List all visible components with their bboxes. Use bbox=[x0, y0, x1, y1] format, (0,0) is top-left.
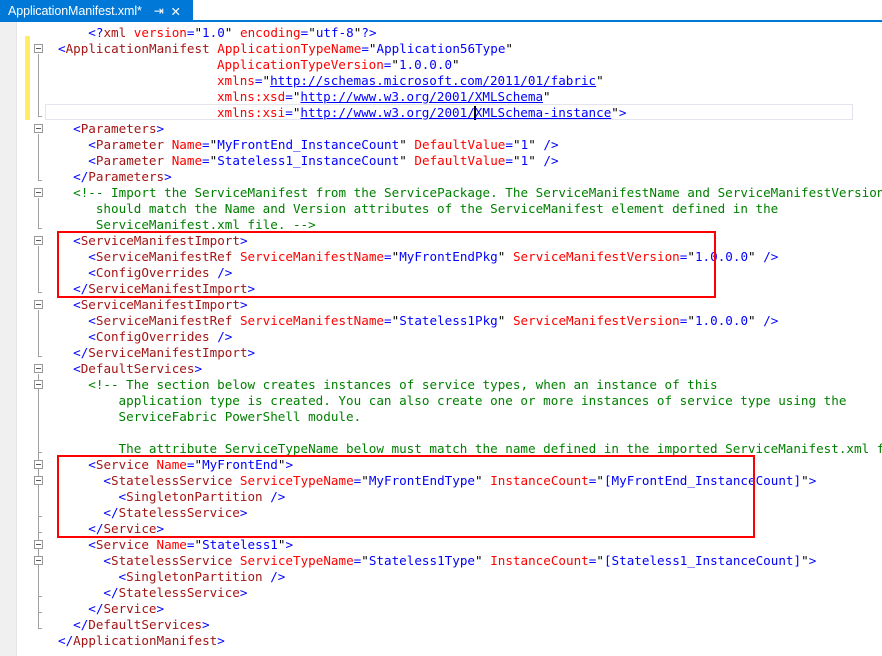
code-line: <SingletonPartition /> bbox=[119, 489, 286, 505]
code-text-area[interactable]: <?xml version="1.0" encoding="utf-8"?><A… bbox=[0, 22, 882, 656]
code-line: <Parameter Name="MyFrontEnd_InstanceCoun… bbox=[88, 137, 558, 153]
code-line: </DefaultServices> bbox=[73, 617, 210, 633]
code-line: <Service Name="MyFrontEnd"> bbox=[88, 457, 293, 473]
code-line: ServiceFabric PowerShell module. bbox=[119, 409, 362, 425]
code-line: xmlns:xsd="http://www.w3.org/2001/XMLSch… bbox=[217, 89, 551, 105]
tab-label: ApplicationManifest.xml* bbox=[8, 4, 142, 18]
code-line: <ServiceManifestImport> bbox=[73, 297, 247, 313]
code-line: application type is created. You can als… bbox=[119, 393, 847, 409]
code-line: </StatelessService> bbox=[103, 585, 247, 601]
code-line: <StatelessService ServiceTypeName="State… bbox=[103, 553, 816, 569]
code-line: <ApplicationManifest ApplicationTypeName… bbox=[58, 41, 513, 57]
code-line: <Parameter Name="Stateless1_InstanceCoun… bbox=[88, 153, 558, 169]
code-line: <ServiceManifestRef ServiceManifestName=… bbox=[88, 313, 778, 329]
code-line: <ServiceManifestImport> bbox=[73, 233, 247, 249]
editor-tab-strip: ApplicationManifest.xml* ⇥ ✕ bbox=[0, 0, 882, 22]
code-line: ApplicationTypeVersion="1.0.0.0" bbox=[217, 57, 460, 73]
code-line: <Parameters> bbox=[73, 121, 164, 137]
code-line: </ApplicationManifest> bbox=[58, 633, 225, 649]
code-line: </Service> bbox=[88, 521, 164, 537]
code-line: <StatelessService ServiceTypeName="MyFro… bbox=[103, 473, 816, 489]
code-line: <Service Name="Stateless1"> bbox=[88, 537, 293, 553]
code-line: <SingletonPartition /> bbox=[119, 569, 286, 585]
code-line: <ServiceManifestRef ServiceManifestName=… bbox=[88, 249, 778, 265]
code-line: The attribute ServiceTypeName below must… bbox=[119, 441, 882, 457]
code-line: <!-- Import the ServiceManifest from the… bbox=[73, 185, 882, 201]
close-icon[interactable]: ✕ bbox=[169, 3, 183, 19]
code-line: <ConfigOverrides /> bbox=[88, 265, 232, 281]
code-line: </StatelessService> bbox=[103, 505, 247, 521]
pin-icon[interactable]: ⇥ bbox=[152, 3, 166, 19]
code-line: xmlns:xsi="http://www.w3.org/2001/XMLSch… bbox=[217, 105, 627, 121]
code-line: </ServiceManifestImport> bbox=[73, 281, 255, 297]
code-line: <DefaultServices> bbox=[73, 361, 202, 377]
code-line: <ConfigOverrides /> bbox=[88, 329, 232, 345]
code-line: </ServiceManifestImport> bbox=[73, 345, 255, 361]
code-line: <?xml version="1.0" encoding="utf-8"?> bbox=[88, 25, 376, 41]
code-line: <!-- The section below creates instances… bbox=[88, 377, 717, 393]
code-line: </Service> bbox=[88, 601, 164, 617]
xml-code-editor[interactable]: <?xml version="1.0" encoding="utf-8"?><A… bbox=[0, 22, 882, 656]
code-line: should match the Name and Version attrib… bbox=[96, 201, 778, 217]
code-line: </Parameters> bbox=[73, 169, 172, 185]
code-line: xmlns="http://schemas.microsoft.com/2011… bbox=[217, 73, 604, 89]
tab-application-manifest-xml[interactable]: ApplicationManifest.xml* ⇥ ✕ bbox=[0, 0, 193, 22]
code-line: ServiceManifest.xml file. --> bbox=[96, 217, 316, 233]
